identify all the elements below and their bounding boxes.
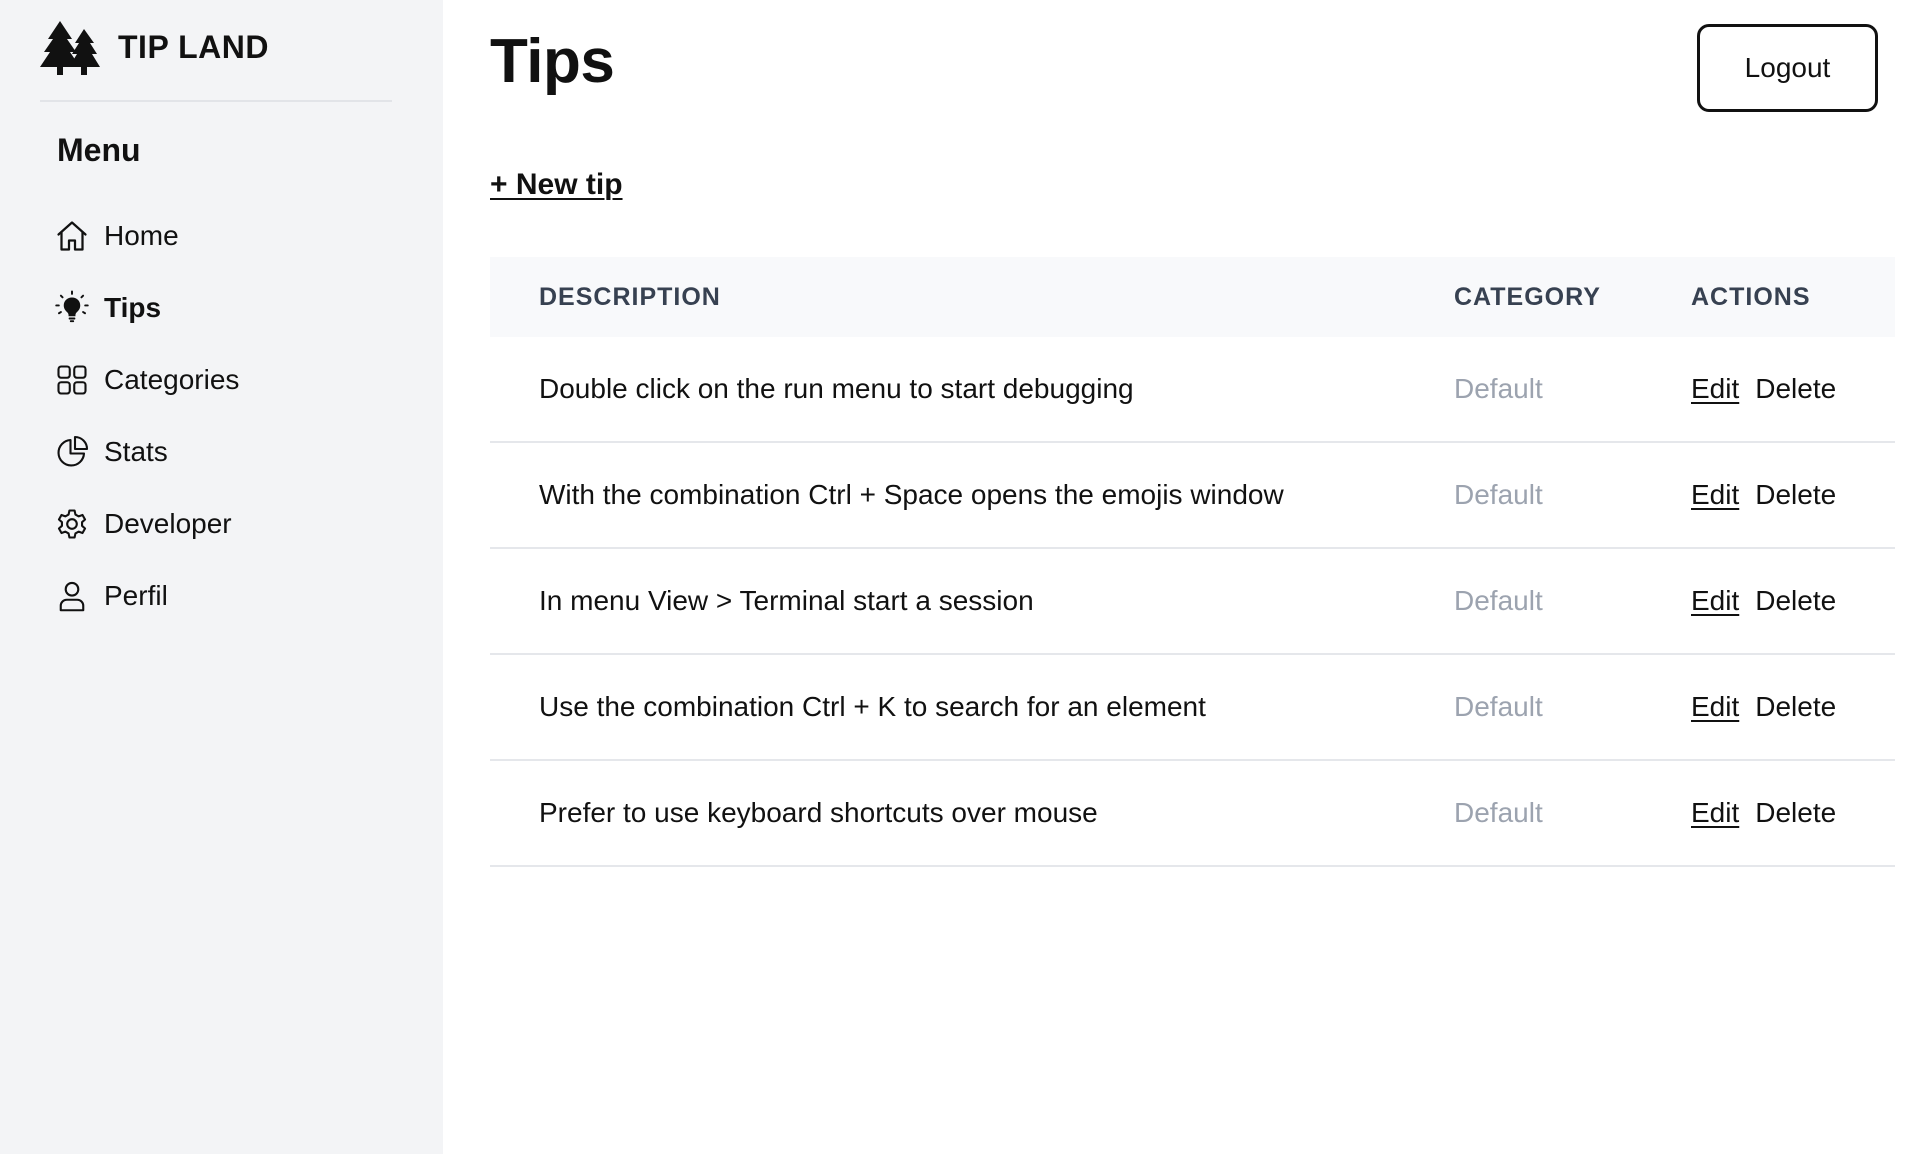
pine-trees-icon [40,21,100,75]
table-row: Double click on the run menu to start de… [490,337,1895,443]
row-actions: Edit Delete [1691,585,1836,617]
tip-description: Prefer to use keyboard shortcuts over mo… [539,797,1098,828]
tip-description: In menu View > Terminal start a session [539,585,1034,616]
row-actions: Edit Delete [1691,691,1836,723]
sidebar-nav: Home Tips Categories Stats Developer Per… [52,200,412,632]
pie-chart-icon [52,432,92,472]
edit-button[interactable]: Edit [1691,373,1739,405]
app: TIP LAND Menu Home Tips Categories Stats… [0,0,1928,1154]
sidebar-item-label: Home [104,220,179,251]
edit-button[interactable]: Edit [1691,479,1739,511]
edit-button[interactable]: Edit [1691,691,1739,723]
row-actions: Edit Delete [1691,479,1836,511]
tip-category: Default [1454,797,1543,828]
column-header-description: DESCRIPTION [539,282,721,311]
page-title: Tips [490,27,615,96]
edit-button[interactable]: Edit [1691,585,1739,617]
sidebar-item-label: Developer [104,508,232,539]
delete-button[interactable]: Delete [1755,479,1836,511]
tip-category: Default [1454,373,1543,404]
home-icon [52,216,92,256]
delete-button[interactable]: Delete [1755,585,1836,617]
sidebar-item-stats[interactable]: Stats [52,416,412,488]
new-tip-link[interactable]: + New tip [490,168,623,202]
grid-icon [52,360,92,400]
user-icon [52,576,92,616]
edit-button[interactable]: Edit [1691,797,1739,829]
delete-button[interactable]: Delete [1755,691,1836,723]
sidebar-item-perfil[interactable]: Perfil [52,560,412,632]
tip-category: Default [1454,479,1543,510]
sidebar-item-label: Tips [104,292,162,323]
tip-description: With the combination Ctrl + Space opens … [539,479,1284,510]
sidebar-item-label: Categories [104,364,240,395]
gear-icon [52,504,92,544]
tip-description: Use the combination Ctrl + K to search f… [539,691,1206,722]
tip-description: Double click on the run menu to start de… [539,373,1134,404]
sidebar-item-developer[interactable]: Developer [52,488,412,560]
brand-name: TIP LAND [118,28,269,65]
table-row: Prefer to use keyboard shortcuts over mo… [490,761,1895,867]
sidebar-item-tips[interactable]: Tips [52,272,412,344]
column-header-category: CATEGORY [1454,282,1601,311]
column-header-actions: ACTIONS [1691,282,1811,311]
sidebar-item-categories[interactable]: Categories [52,344,412,416]
tips-table: DESCRIPTION CATEGORY ACTIONS Double clic… [490,257,1895,867]
table-row: Use the combination Ctrl + K to search f… [490,655,1895,761]
table-row: In menu View > Terminal start a session … [490,549,1895,655]
tip-category: Default [1454,691,1543,722]
table-header: DESCRIPTION CATEGORY ACTIONS [490,257,1895,337]
delete-button[interactable]: Delete [1755,373,1836,405]
row-actions: Edit Delete [1691,797,1836,829]
logout-button[interactable]: Logout [1697,24,1878,112]
row-actions: Edit Delete [1691,373,1836,405]
sidebar-item-home[interactable]: Home [52,200,412,272]
lightbulb-icon [52,288,92,328]
brand-divider [40,100,392,102]
delete-button[interactable]: Delete [1755,797,1836,829]
tip-category: Default [1454,585,1543,616]
sidebar-item-label: Stats [104,436,168,467]
sidebar: TIP LAND Menu Home Tips Categories Stats… [0,0,443,1154]
brand[interactable]: TIP LAND [40,18,269,76]
menu-title: Menu [57,132,141,168]
sidebar-item-label: Perfil [104,580,168,611]
table-row: With the combination Ctrl + Space opens … [490,443,1895,549]
